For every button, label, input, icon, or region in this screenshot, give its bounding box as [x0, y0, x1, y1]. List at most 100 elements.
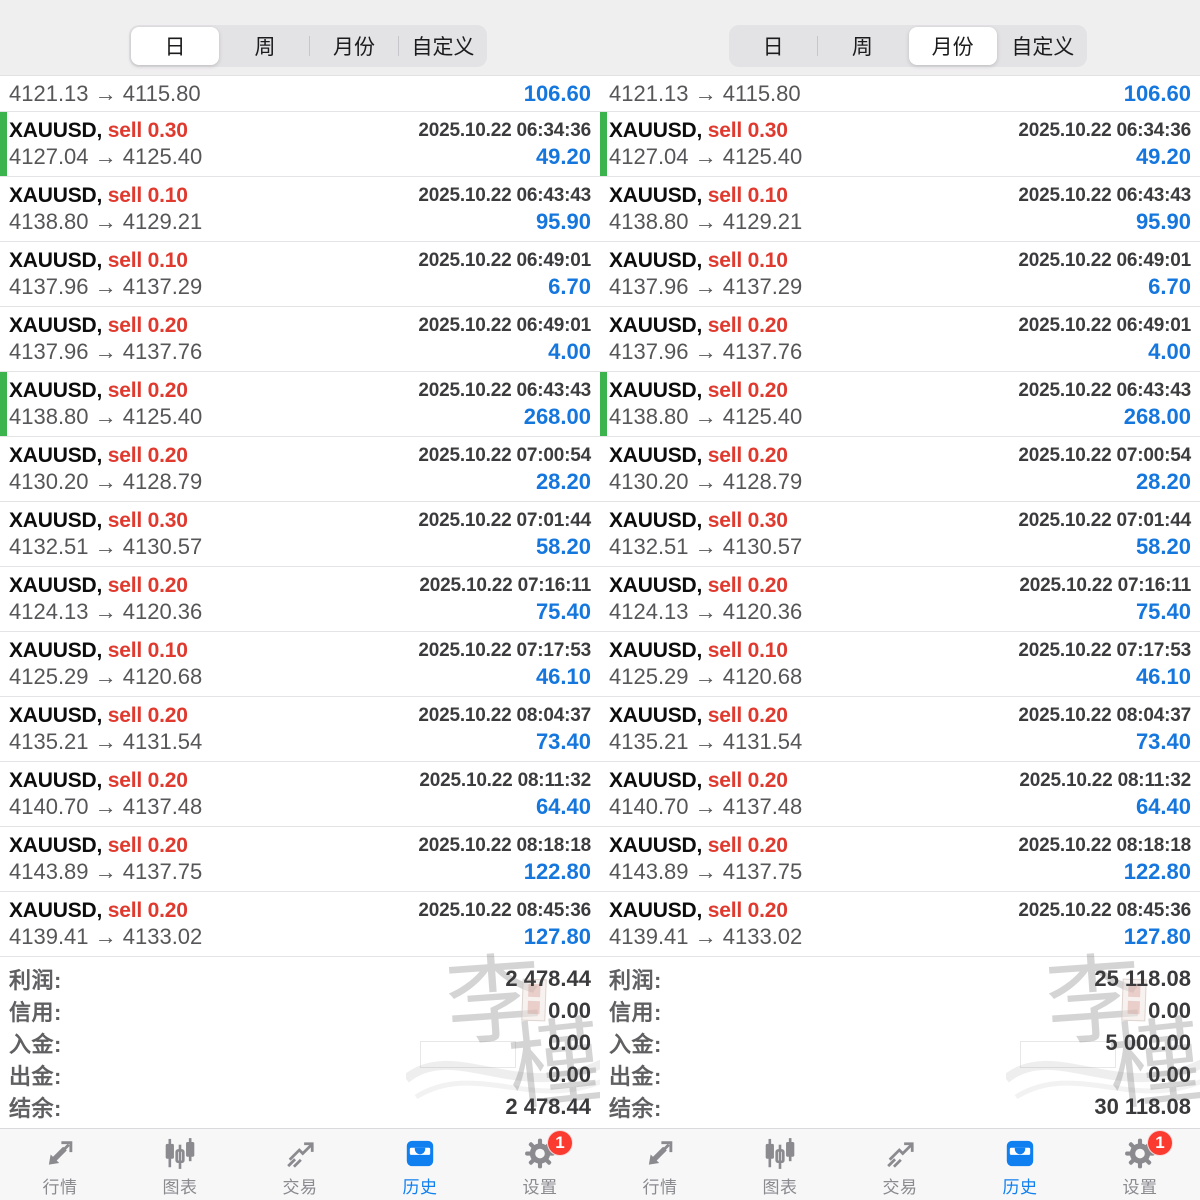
tab-trade[interactable]: 交易: [840, 1129, 960, 1200]
trade-row[interactable]: XAUUSD, sell 0.202025.10.22 08:45:364139…: [0, 892, 600, 957]
summary-row-deposit: 入金:0.00: [9, 1027, 591, 1059]
trade-row[interactable]: XAUUSD, sell 0.202025.10.22 06:43:434138…: [600, 372, 1200, 437]
trade-row[interactable]: XAUUSD, sell 0.202025.10.22 08:11:324140…: [600, 762, 1200, 827]
trade-symbol-text: XAUUSD,: [609, 119, 708, 142]
trade-row[interactable]: XAUUSD, sell 0.202025.10.22 08:45:364139…: [600, 892, 1200, 957]
trade-row[interactable]: XAUUSD, sell 0.202025.10.22 08:04:374135…: [0, 697, 600, 762]
trade-prices: 4121.13 → 4115.80: [9, 81, 201, 107]
trade-prices: 4138.80 → 4125.40: [9, 404, 202, 430]
trade-row-line1: XAUUSD, sell 0.102025.10.22 06:49:01: [609, 242, 1191, 273]
segment-day[interactable]: 日: [131, 27, 219, 65]
segment-day[interactable]: 日: [729, 25, 817, 67]
trade-row[interactable]: XAUUSD, sell 0.202025.10.22 07:00:544130…: [600, 437, 1200, 502]
trade-profit: 64.40: [536, 794, 591, 820]
trade-row-line1: XAUUSD, sell 0.302025.10.22 07:01:44: [609, 502, 1191, 533]
trade-row[interactable]: XAUUSD, sell 0.202025.10.22 06:49:014137…: [600, 307, 1200, 372]
tab-history[interactable]: 历史: [360, 1129, 480, 1200]
trade-side: sell 0.20: [108, 314, 188, 337]
summary-value-profit: 25 118.08: [1094, 966, 1191, 992]
trade-row[interactable]: XAUUSD, sell 0.202025.10.22 06:43:434138…: [0, 372, 600, 437]
trade-prices: 4137.96 → 4137.29: [9, 274, 202, 300]
tab-quotes[interactable]: 行情: [0, 1129, 120, 1200]
trade-row-line2: 4143.89 → 4137.75122.80: [609, 858, 1191, 885]
trade-row-line2: 4132.51 → 4130.5758.20: [9, 533, 591, 560]
trade-row[interactable]: XAUUSD, sell 0.302025.10.22 07:01:444132…: [0, 502, 600, 567]
tab-settings[interactable]: 设置1: [1080, 1129, 1200, 1200]
trade-side: sell 0.10: [108, 249, 188, 272]
trade-row[interactable]: XAUUSD, sell 0.102025.10.22 06:49:014137…: [0, 242, 600, 307]
trade-row[interactable]: XAUUSD, sell 0.102025.10.22 07:17:534125…: [0, 632, 600, 697]
trade-row[interactable]: XAUUSD, sell 0.202025.10.22 07:00:544130…: [0, 437, 600, 502]
trade-profit: 64.40: [1136, 794, 1191, 820]
trade-row[interactable]: XAUUSD, sell 0.102025.10.22 06:43:434138…: [0, 177, 600, 242]
trade-datetime: 2025.10.22 07:00:54: [1018, 445, 1191, 467]
trade-row-line1: XAUUSD, sell 0.202025.10.22 08:45:36: [609, 892, 1191, 923]
segment-custom[interactable]: 自定义: [999, 25, 1087, 67]
summary-row-withdrawal: 出金:0.00: [609, 1059, 1191, 1091]
trade-row[interactable]: XAUUSD, sell 0.102025.10.22 06:49:014137…: [600, 242, 1200, 307]
trade-row[interactable]: XAUUSD, sell 0.202025.10.22 08:18:184143…: [600, 827, 1200, 892]
trade-prices: 4139.41 → 4133.02: [609, 924, 802, 950]
trade-row-line1: XAUUSD, sell 0.202025.10.22 08:11:32: [9, 762, 591, 793]
segment-custom[interactable]: 自定义: [399, 25, 487, 67]
trade-profit: 127.80: [1124, 924, 1191, 950]
segment-week[interactable]: 周: [221, 25, 309, 67]
trade-datetime: 2025.10.22 08:18:18: [418, 835, 591, 857]
segment-month[interactable]: 月份: [909, 27, 997, 65]
summary-value-balance: 2 478.44: [505, 1094, 591, 1120]
trade-symbol: XAUUSD, sell 0.10: [9, 639, 188, 663]
trade-row-partial[interactable]: 4121.13 → 4115.80106.60: [0, 76, 600, 112]
trade-prices: 4137.96 → 4137.76: [9, 339, 202, 365]
trade-symbol-text: XAUUSD,: [9, 314, 108, 337]
tab-quotes[interactable]: 行情: [600, 1129, 720, 1200]
trade-row[interactable]: XAUUSD, sell 0.202025.10.22 08:18:184143…: [0, 827, 600, 892]
trade-row-line1: XAUUSD, sell 0.102025.10.22 07:17:53: [9, 632, 591, 663]
trade-side: sell 0.10: [108, 184, 188, 207]
tab-charts[interactable]: 图表: [120, 1129, 240, 1200]
summary-row-credit: 信用:0.00: [609, 995, 1191, 1027]
trade-row-partial[interactable]: 4121.13 → 4115.80106.60: [600, 76, 1200, 112]
trade-row-line2: 4132.51 → 4130.5758.20: [609, 533, 1191, 560]
trade-row[interactable]: XAUUSD, sell 0.302025.10.22 06:34:364127…: [600, 112, 1200, 177]
account-summary: 李槿利润:25 118.08信用:0.00入金:5 000.00出金:0.00结…: [600, 957, 1200, 1128]
trade-side: sell 0.20: [108, 704, 188, 727]
trade-datetime: 2025.10.22 07:17:53: [1018, 640, 1191, 662]
trade-symbol-text: XAUUSD,: [9, 899, 108, 922]
trade-row[interactable]: XAUUSD, sell 0.302025.10.22 06:34:364127…: [0, 112, 600, 177]
trade-row[interactable]: XAUUSD, sell 0.202025.10.22 08:04:374135…: [600, 697, 1200, 762]
trade-datetime: 2025.10.22 08:18:18: [1018, 835, 1191, 857]
segment-week[interactable]: 周: [818, 25, 906, 67]
trade-profit: 58.20: [1136, 534, 1191, 560]
tab-history[interactable]: 历史: [960, 1129, 1080, 1200]
trade-row[interactable]: XAUUSD, sell 0.202025.10.22 08:11:324140…: [0, 762, 600, 827]
tab-charts[interactable]: 图表: [720, 1129, 840, 1200]
trade-symbol: XAUUSD, sell 0.20: [9, 379, 188, 403]
segment-month[interactable]: 月份: [310, 25, 398, 67]
trade-history-list: 4121.13 → 4115.80106.60XAUUSD, sell 0.30…: [600, 76, 1200, 957]
trade-profit: 49.20: [1136, 144, 1191, 170]
trade-row-line1: XAUUSD, sell 0.102025.10.22 07:17:53: [609, 632, 1191, 663]
trade-symbol-text: XAUUSD,: [609, 249, 708, 272]
trade-row[interactable]: XAUUSD, sell 0.202025.10.22 07:16:114124…: [600, 567, 1200, 632]
tab-label-trade: 交易: [283, 1173, 318, 1198]
trade-side: sell 0.20: [708, 379, 788, 402]
trade-row-line2: 4138.80 → 4129.2195.90: [609, 208, 1191, 235]
trade-symbol: XAUUSD, sell 0.20: [9, 444, 188, 468]
trade-row[interactable]: XAUUSD, sell 0.302025.10.22 07:01:444132…: [600, 502, 1200, 567]
trade-profit: 122.80: [1124, 859, 1191, 885]
trade-row-line2: 4127.04 → 4125.4049.20: [609, 143, 1191, 170]
trade-row-line1: XAUUSD, sell 0.202025.10.22 08:11:32: [609, 762, 1191, 793]
trade-prices: 4125.29 → 4120.68: [9, 664, 202, 690]
trade-profit: 73.40: [1136, 729, 1191, 755]
trade-row[interactable]: XAUUSD, sell 0.102025.10.22 07:17:534125…: [600, 632, 1200, 697]
trade-row[interactable]: XAUUSD, sell 0.202025.10.22 06:49:014137…: [0, 307, 600, 372]
tab-settings[interactable]: 设置1: [480, 1129, 600, 1200]
trade-datetime: 2025.10.22 07:00:54: [418, 445, 591, 467]
trade-symbol: XAUUSD, sell 0.20: [609, 444, 788, 468]
trade-datetime: 2025.10.22 08:45:36: [418, 900, 591, 922]
trade-row[interactable]: XAUUSD, sell 0.202025.10.22 07:16:114124…: [0, 567, 600, 632]
trade-symbol-text: XAUUSD,: [609, 899, 708, 922]
tab-trade[interactable]: 交易: [240, 1129, 360, 1200]
trade-row[interactable]: XAUUSD, sell 0.102025.10.22 06:43:434138…: [600, 177, 1200, 242]
trade-side: sell 0.20: [708, 834, 788, 857]
